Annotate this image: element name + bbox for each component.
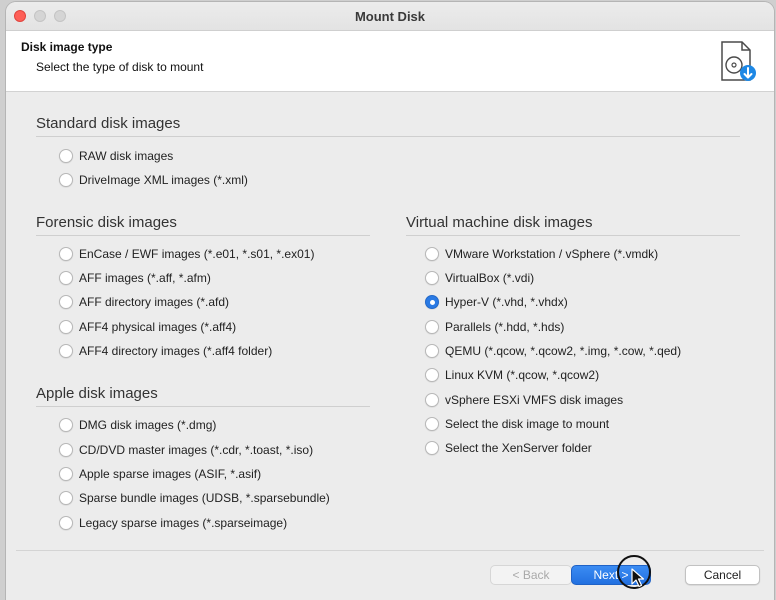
radio-label: Select the disk image to mount [445, 417, 610, 431]
radio-option-aff4-directory[interactable]: AFF4 directory images (*.aff4 folder) [59, 342, 272, 360]
radio-label: AFF images (*.aff, *.afm) [79, 271, 211, 285]
section-divider [36, 136, 740, 137]
radio-option-linux-kvm[interactable]: Linux KVM (*.qcow, *.qcow2) [425, 366, 599, 384]
radio-label: QEMU (*.qcow, *.qcow2, *.img, *.cow, *.q… [445, 344, 682, 358]
radio-option-vsphere-esxi[interactable]: vSphere ESXi VMFS disk images [425, 391, 623, 409]
radio-label: Hyper-V (*.vhd, *.vhdx) [445, 295, 568, 309]
radio-label: CD/DVD master images (*.cdr, *.toast, *.… [79, 443, 314, 457]
section-divider [36, 406, 370, 407]
radio-button[interactable] [59, 443, 73, 457]
radio-option-cd-dvd-master[interactable]: CD/DVD master images (*.cdr, *.toast, *.… [59, 441, 313, 459]
disk-download-icon [721, 41, 756, 81]
radio-option-select-disk-image[interactable]: Select the disk image to mount [425, 415, 609, 433]
radio-label: RAW disk images [79, 149, 174, 163]
radio-option-aff[interactable]: AFF images (*.aff, *.afm) [59, 269, 211, 287]
section-title-forensic: Forensic disk images [36, 214, 177, 231]
radio-button[interactable] [59, 247, 73, 261]
next-button[interactable]: Next > [571, 565, 651, 585]
radio-option-driveimage-xml[interactable]: DriveImage XML images (*.xml) [59, 171, 248, 189]
radio-button[interactable] [59, 516, 73, 530]
step-title: Disk image type [21, 40, 113, 54]
radio-button[interactable] [59, 149, 73, 163]
window-title: Mount Disk [354, 9, 426, 24]
radio-label: VMware Workstation / vSphere (*.vmdk) [445, 247, 659, 261]
radio-option-raw[interactable]: RAW disk images [59, 147, 173, 165]
radio-label: Legacy sparse images (*.sparseimage) [79, 516, 288, 530]
radio-option-hyper-v[interactable]: Hyper-V (*.vhd, *.vhdx) [425, 293, 568, 311]
radio-button[interactable] [425, 368, 439, 382]
section-divider [36, 235, 370, 236]
radio-label: DriveImage XML images (*.xml) [79, 173, 248, 187]
radio-option-aff4-physical[interactable]: AFF4 physical images (*.aff4) [59, 318, 236, 336]
radio-label: DMG disk images (*.dmg) [79, 418, 217, 432]
radio-button[interactable] [425, 344, 439, 358]
radio-option-sparse-bundle[interactable]: Sparse bundle images (UDSB, *.sparsebund… [59, 489, 330, 507]
radio-option-encase-ewf[interactable]: EnCase / EWF images (*.e01, *.s01, *.ex0… [59, 245, 314, 263]
radio-option-xenserver-folder[interactable]: Select the XenServer folder [425, 439, 592, 457]
radio-button[interactable] [59, 271, 73, 285]
radio-option-legacy-sparse[interactable]: Legacy sparse images (*.sparseimage) [59, 514, 287, 532]
step-subtitle: Select the type of disk to mount [36, 60, 204, 74]
radio-option-vmware[interactable]: VMware Workstation / vSphere (*.vmdk) [425, 245, 658, 263]
radio-label: AFF4 physical images (*.aff4) [79, 320, 237, 334]
wizard-header: Disk image type Select the type of disk … [6, 31, 774, 92]
mount-disk-window: Mount Disk Disk image type Select the ty… [6, 2, 774, 600]
radio-button[interactable] [59, 467, 73, 481]
radio-option-parallels[interactable]: Parallels (*.hdd, *.hds) [425, 318, 564, 336]
radio-button[interactable] [59, 295, 73, 309]
radio-option-dmg[interactable]: DMG disk images (*.dmg) [59, 416, 216, 434]
section-title-apple: Apple disk images [36, 385, 158, 402]
radio-button-selected[interactable] [425, 295, 439, 309]
back-button[interactable]: < Back [490, 565, 572, 585]
radio-label: AFF4 directory images (*.aff4 folder) [79, 344, 273, 358]
radio-button[interactable] [59, 320, 73, 334]
radio-option-aff-directory[interactable]: AFF directory images (*.afd) [59, 293, 229, 311]
radio-button[interactable] [59, 418, 73, 432]
radio-button[interactable] [59, 344, 73, 358]
section-title-standard: Standard disk images [36, 115, 181, 132]
section-title-virtual: Virtual machine disk images [406, 214, 593, 231]
radio-button[interactable] [425, 320, 439, 334]
radio-option-virtualbox[interactable]: VirtualBox (*.vdi) [425, 269, 534, 287]
radio-label: EnCase / EWF images (*.e01, *.s01, *.ex0… [79, 247, 315, 261]
radio-button[interactable] [425, 393, 439, 407]
radio-label: VirtualBox (*.vdi) [445, 271, 535, 285]
radio-button[interactable] [59, 173, 73, 187]
cancel-button[interactable]: Cancel [685, 565, 760, 585]
radio-option-apple-sparse[interactable]: Apple sparse images (ASIF, *.asif) [59, 465, 261, 483]
radio-button[interactable] [425, 441, 439, 455]
radio-label: Select the XenServer folder [445, 441, 592, 455]
radio-label: Sparse bundle images (UDSB, *.sparsebund… [79, 491, 330, 505]
title-bar[interactable]: Mount Disk [6, 2, 774, 31]
radio-label: AFF directory images (*.afd) [79, 295, 230, 309]
radio-button[interactable] [59, 491, 73, 505]
radio-label: Parallels (*.hdd, *.hds) [445, 320, 565, 334]
radio-button[interactable] [425, 417, 439, 431]
radio-label: vSphere ESXi VMFS disk images [445, 393, 624, 407]
section-divider [406, 235, 740, 236]
radio-option-qemu[interactable]: QEMU (*.qcow, *.qcow2, *.img, *.cow, *.q… [425, 342, 681, 360]
radio-label: Apple sparse images (ASIF, *.asif) [79, 467, 262, 481]
footer-divider [16, 550, 764, 551]
radio-button[interactable] [425, 271, 439, 285]
radio-label: Linux KVM (*.qcow, *.qcow2) [445, 368, 600, 382]
radio-button[interactable] [425, 247, 439, 261]
